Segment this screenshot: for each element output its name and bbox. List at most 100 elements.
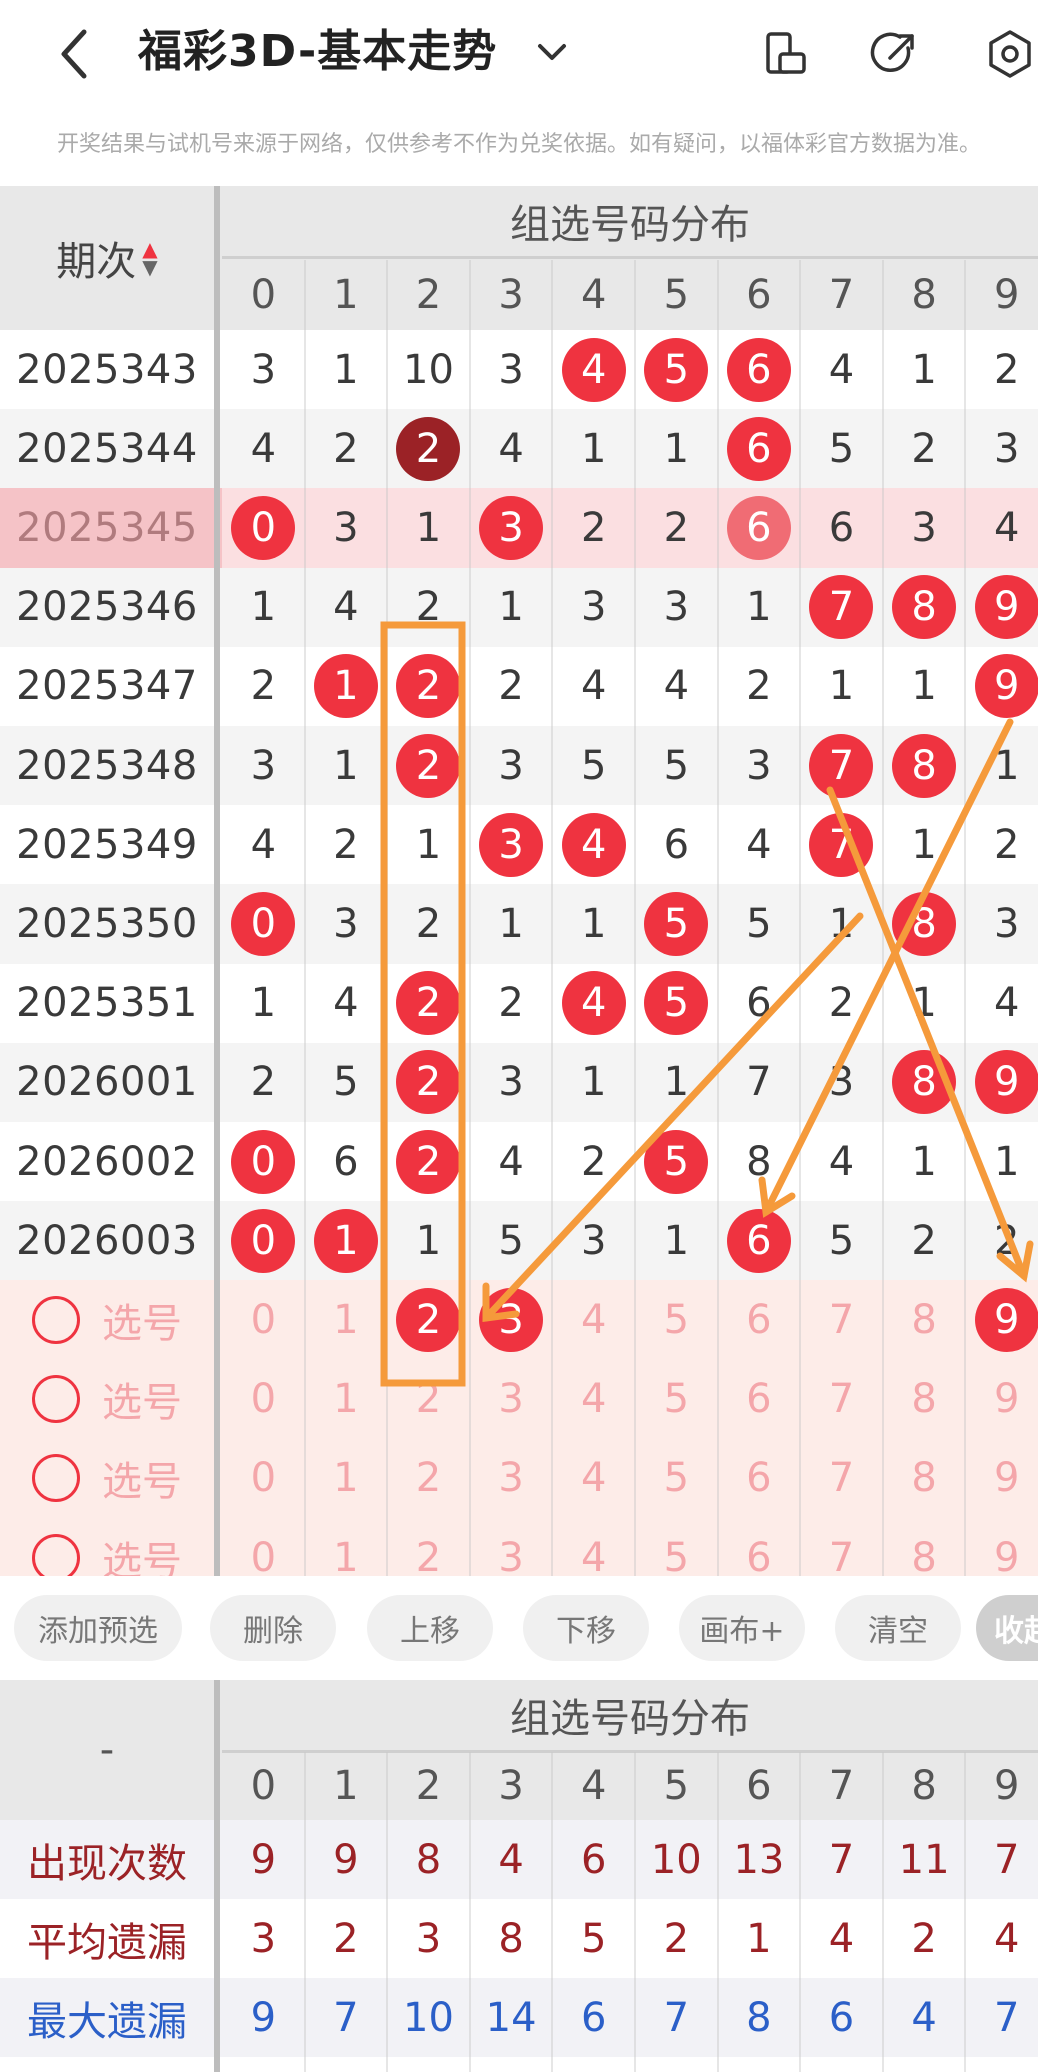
digit-header-1: 1 <box>333 272 359 318</box>
back-button[interactable] <box>50 24 100 84</box>
select-digit-6[interactable]: 6 <box>718 1360 801 1439</box>
select-digit-8[interactable]: 8 <box>883 1360 966 1439</box>
stats-column-line <box>634 1752 636 2072</box>
column-line <box>468 260 471 1576</box>
digit-cell: 1 <box>965 726 1038 805</box>
add-preselect-button[interactable]: 添加预选 <box>14 1595 182 1661</box>
select-digit-label: 5 <box>663 1455 690 1502</box>
select-digit-6[interactable]: 6 <box>718 1439 801 1518</box>
move-up-button[interactable]: 上移 <box>367 1595 493 1661</box>
period-header-label: 期次 <box>56 239 137 285</box>
omission-value: 3 <box>498 1059 524 1106</box>
select-digit-3[interactable]: 3 <box>470 1360 553 1439</box>
select-row-toggle[interactable]: 选号 <box>0 1280 214 1359</box>
move-down-button[interactable]: 下移 <box>523 1595 649 1661</box>
select-digit-9[interactable]: 9 <box>965 1439 1038 1518</box>
delete-button[interactable]: 删除 <box>210 1595 336 1661</box>
digit-cell: 8 <box>883 884 966 963</box>
hit-ball: 1 <box>313 654 378 719</box>
digit-cell: 1 <box>883 805 966 884</box>
digit-cell: 1 <box>387 488 470 567</box>
period-cell: 2026001 <box>16 1059 198 1106</box>
digit-cell: 5 <box>718 884 801 963</box>
digit-header-0: 0 <box>250 272 277 318</box>
share-button[interactable] <box>868 28 920 80</box>
digit-cell: 2 <box>387 964 470 1043</box>
digit-cell: 4 <box>800 1122 883 1201</box>
rotate-screen-button[interactable] <box>758 28 810 80</box>
select-digit-0[interactable]: 0 <box>222 1439 305 1518</box>
select-digit-3[interactable]: 3 <box>470 1280 553 1359</box>
select-digit-8[interactable]: 8 <box>883 1280 966 1359</box>
stats-value: 8 <box>746 1994 772 2041</box>
select-digit-5[interactable]: 5 <box>635 1280 718 1359</box>
hit-ball: 5 <box>644 1129 709 1194</box>
select-digit-4[interactable]: 4 <box>552 1439 635 1518</box>
select-row-toggle[interactable]: 选号 <box>0 1439 214 1518</box>
select-digit-4[interactable]: 4 <box>552 1360 635 1439</box>
stats-value: 9 <box>250 1994 277 2041</box>
digit-cell: 6 <box>718 964 801 1043</box>
digit-cell: 4 <box>305 964 388 1043</box>
omission-value: 2 <box>498 980 524 1027</box>
period-cell: 2025349 <box>16 821 198 868</box>
share-icon <box>870 32 914 72</box>
select-digit-5[interactable]: 5 <box>635 1439 718 1518</box>
digit-cell: 7 <box>718 1043 801 1122</box>
stats-column-line <box>716 1752 719 2072</box>
digit-cell: 5 <box>800 1201 883 1280</box>
select-digit-1[interactable]: 1 <box>305 1360 388 1439</box>
omission-value: 3 <box>498 346 524 393</box>
digit-header-3: 3 <box>498 272 524 318</box>
select-digit-0[interactable]: 0 <box>222 1360 305 1439</box>
omission-value: 1 <box>663 1059 690 1106</box>
select-digit-7[interactable]: 7 <box>800 1360 883 1439</box>
select-digit-2[interactable]: 2 <box>387 1439 470 1518</box>
title-dropdown-button[interactable] <box>532 32 572 72</box>
hit-ball: 3 <box>479 812 544 877</box>
digit-cell: 5 <box>635 1122 718 1201</box>
select-digit-8[interactable]: 8 <box>883 1439 966 1518</box>
hit-ball: 9 <box>974 654 1038 719</box>
select-digit-label: 7 <box>828 1376 855 1423</box>
omission-value: 1 <box>911 821 937 868</box>
hit-ball: 8 <box>892 891 957 956</box>
select-digit-label: 5 <box>663 1296 690 1343</box>
omission-value: 1 <box>580 1059 607 1106</box>
clear-button[interactable]: 清空 <box>835 1595 961 1661</box>
period-header[interactable]: 期次 ▲ ▼ <box>0 186 214 330</box>
select-digit-2[interactable]: 2 <box>387 1280 470 1359</box>
hit-ball: 0 <box>231 495 296 560</box>
select-digit-6[interactable]: 6 <box>718 1280 801 1359</box>
digit-cell: 2 <box>387 884 470 963</box>
collapse-button[interactable]: 收起 <box>976 1595 1038 1661</box>
canvas-plus-button[interactable]: 画布+ <box>679 1595 805 1661</box>
digit-cell: 2 <box>552 1122 635 1201</box>
select-digit-1[interactable]: 1 <box>305 1280 388 1359</box>
omission-value: 8 <box>746 1138 772 1185</box>
select-digit-9[interactable]: 9 <box>965 1280 1038 1359</box>
digit-cell: 7 <box>800 568 883 647</box>
select-digit-3[interactable]: 3 <box>470 1439 553 1518</box>
digit-cell: 2 <box>800 964 883 1043</box>
select-digit-9[interactable]: 9 <box>965 1360 1038 1439</box>
select-digit-1[interactable]: 1 <box>305 1439 388 1518</box>
select-digit-4[interactable]: 4 <box>552 1280 635 1359</box>
digit-cell: 3 <box>470 330 553 409</box>
hit-ball: 0 <box>231 1208 296 1273</box>
omission-value: 1 <box>333 742 359 789</box>
select-digit-2[interactable]: 2 <box>387 1360 470 1439</box>
select-row-toggle[interactable]: 选号 <box>0 1360 214 1439</box>
omission-value: 5 <box>663 742 690 789</box>
settings-button[interactable] <box>984 28 1036 80</box>
stats-value: 8 <box>415 1836 442 1883</box>
omission-value: 4 <box>333 980 359 1027</box>
select-digit-label: 8 <box>911 1376 937 1423</box>
digit-cell: 6 <box>718 409 801 488</box>
omission-value: 2 <box>580 504 607 551</box>
select-digit-7[interactable]: 7 <box>800 1280 883 1359</box>
select-digit-5[interactable]: 5 <box>635 1360 718 1439</box>
select-digit-0[interactable]: 0 <box>222 1280 305 1359</box>
select-digit-7[interactable]: 7 <box>800 1439 883 1518</box>
select-digit-label: 7 <box>828 1534 855 1581</box>
